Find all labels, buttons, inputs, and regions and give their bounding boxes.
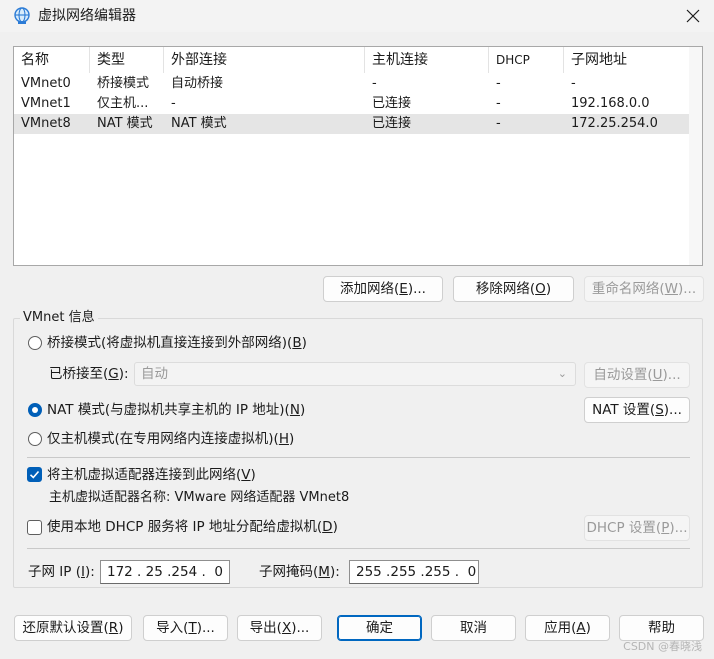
window-title: 虚拟网络编辑器 — [38, 8, 136, 24]
column-header-type[interactable]: 类型 — [90, 47, 164, 73]
chevron-down-icon: ⌄ — [557, 367, 567, 380]
cell-host: - — [372, 76, 377, 91]
ok-button[interactable]: 确定 — [337, 615, 422, 641]
cell-external: NAT 模式 — [171, 116, 227, 131]
auto-settings-button[interactable]: 自动设置(U)... — [584, 362, 690, 388]
cell-name: VMnet0 — [21, 76, 71, 91]
nat-settings-button[interactable]: NAT 设置(S)... — [584, 397, 690, 423]
bridged-to-label: 已桥接至(G): — [49, 366, 129, 382]
apply-button[interactable]: 应用(A) — [525, 615, 610, 641]
connect-adapter-checkbox[interactable] — [27, 467, 42, 482]
remove-network-button[interactable]: 移除网络(O) — [453, 276, 574, 302]
restore-defaults-button[interactable]: 还原默认设置(R) — [14, 615, 132, 641]
close-icon — [686, 9, 700, 23]
checkmark-icon — [29, 470, 40, 479]
use-dhcp-label[interactable]: 使用本地 DHCP 服务将 IP 地址分配给虚拟机(D) — [47, 518, 338, 536]
subnet-mask-field[interactable]: 255 .255 .255 . 0 — [349, 560, 479, 584]
use-dhcp-checkbox[interactable] — [27, 520, 42, 535]
watermark: CSDN @春晓浅 — [623, 640, 702, 653]
connect-adapter-label[interactable]: 将主机虚拟适配器连接到此网络(V) — [47, 466, 256, 484]
add-network-button[interactable]: 添加网络(E)... — [323, 276, 443, 302]
host-only-label[interactable]: 仅主机模式(在专用网络内连接虚拟机)(H) — [47, 430, 294, 448]
table-row[interactable]: VMnet0 桥接模式 自动桥接 - - - — [14, 74, 690, 94]
export-button[interactable]: 导出(X)... — [237, 615, 322, 641]
network-list[interactable]: 名称 类型 外部连接 主机连接 DHCP 子网地址 VMnet0 桥接模式 自动… — [13, 46, 703, 266]
cell-type: 桥接模式 — [97, 76, 150, 91]
cell-subnet: - — [571, 76, 576, 91]
separator — [27, 457, 690, 458]
subnet-ip-field[interactable]: 172 . 25 .254 . 0 — [100, 560, 230, 584]
cell-dhcp: - — [496, 116, 501, 131]
column-header-subnet[interactable]: 子网地址 — [564, 47, 690, 73]
column-header-external[interactable]: 外部连接 — [164, 47, 365, 73]
host-only-radio[interactable] — [28, 432, 42, 446]
cell-dhcp: - — [496, 76, 501, 91]
cell-host: 已连接 — [372, 116, 412, 131]
cancel-button[interactable]: 取消 — [431, 615, 516, 641]
network-globe-icon — [12, 6, 32, 26]
dhcp-settings-button[interactable]: DHCP 设置(P)... — [584, 515, 690, 541]
bridged-label[interactable]: 桥接模式(将虚拟机直接连接到外部网络)(B) — [47, 334, 307, 352]
cell-external: - — [171, 96, 176, 111]
import-button[interactable]: 导入(T)... — [143, 615, 228, 641]
list-scrollbar[interactable] — [689, 47, 702, 265]
table-row-selected[interactable]: VMnet8 NAT 模式 NAT 模式 已连接 - 172.25.254.0 — [14, 114, 690, 134]
table-row[interactable]: VMnet1 仅主机... - 已连接 - 192.168.0.0 — [14, 94, 690, 114]
close-button[interactable] — [676, 3, 710, 29]
column-header-name[interactable]: 名称 — [14, 47, 90, 73]
vmnet-info-label: VMnet 信息 — [20, 310, 98, 326]
subnet-ip-label: 子网 IP (I): — [28, 564, 95, 580]
nat-radio[interactable] — [28, 403, 42, 417]
nat-label[interactable]: NAT 模式(与虚拟机共享主机的 IP 地址)(N) — [47, 401, 305, 419]
column-header-dhcp[interactable]: DHCP — [489, 47, 564, 73]
cell-name: VMnet1 — [21, 96, 71, 111]
cell-name: VMnet8 — [21, 116, 71, 131]
rename-network-button[interactable]: 重命名网络(W)... — [584, 276, 704, 302]
separator — [27, 548, 690, 549]
cell-dhcp: - — [496, 96, 501, 111]
cell-subnet: 192.168.0.0 — [571, 96, 650, 111]
cell-type: 仅主机... — [97, 96, 149, 111]
adapter-name-text: 主机虚拟适配器名称: VMware 网络适配器 VMnet8 — [49, 490, 350, 505]
cell-host: 已连接 — [372, 96, 412, 111]
subnet-mask-label: 子网掩码(M): — [259, 564, 340, 580]
bridged-radio[interactable] — [28, 336, 42, 350]
cell-external: 自动桥接 — [171, 76, 224, 91]
cell-subnet: 172.25.254.0 — [571, 116, 658, 131]
bridged-to-select[interactable]: 自动 ⌄ — [134, 362, 576, 386]
cell-type: NAT 模式 — [97, 116, 153, 131]
column-header-host[interactable]: 主机连接 — [365, 47, 489, 73]
